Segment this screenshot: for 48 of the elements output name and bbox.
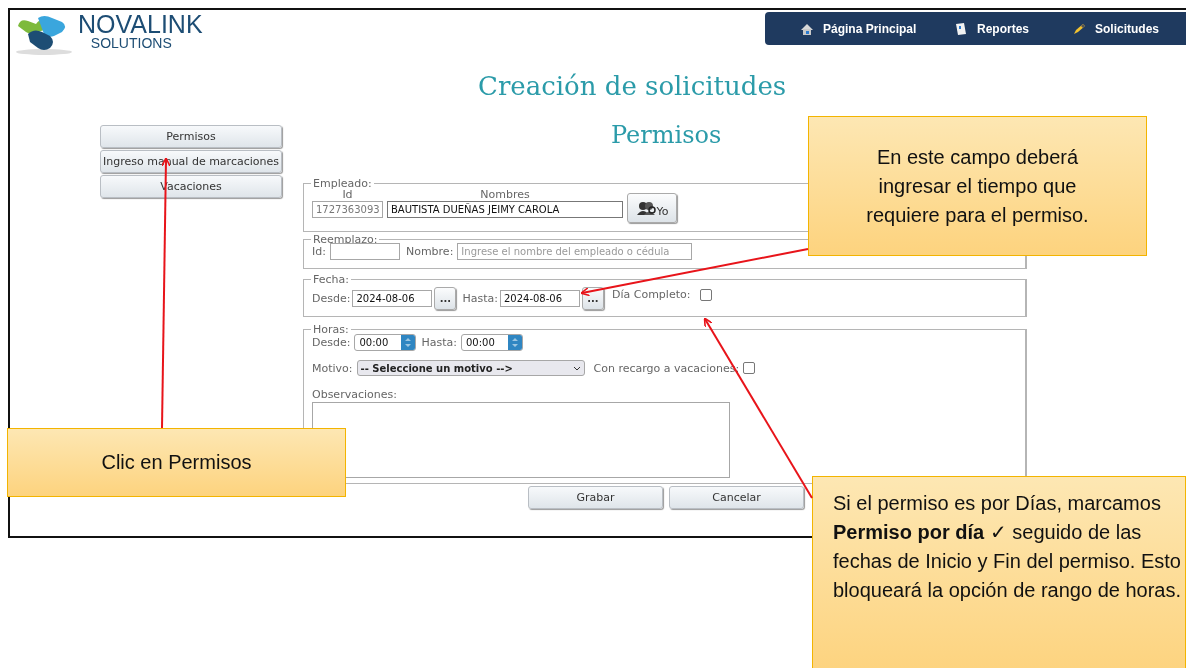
- me-button[interactable]: Yo: [627, 193, 677, 223]
- field-label: Desde:: [312, 292, 351, 305]
- time-field[interactable]: 00:00: [460, 334, 523, 351]
- checkbox[interactable]: [700, 288, 713, 301]
- people-search-icon: [635, 200, 656, 216]
- name-field[interactable]: BAUTISTA DUEÑAS JEIMY CAROLA: [387, 201, 623, 218]
- id-field[interactable]: 1727363093: [312, 201, 383, 218]
- page-title: Creación de solicitudes: [478, 70, 787, 102]
- group-label: Horas:: [312, 323, 350, 336]
- date-field[interactable]: 2024-08-06: [352, 290, 433, 307]
- callout-text: En este campo deberá ingresar el tiempo que requiere para el permiso.: [865, 144, 1090, 228]
- group-label: Empleado:: [312, 177, 373, 190]
- logo-subtitle: SOLUTIONS: [90, 36, 172, 50]
- nav-link[interactable]: Solicitudes: [1072, 21, 1159, 36]
- callout-text: Si el permiso es por Días, marcamos Permiso por día ✓ seguido de las fechas de Inicio y Fin del permiso. Esto bloqueará la opción de rango de horas.: [833, 491, 1183, 603]
- save-button[interactable]: Grabar: [528, 486, 663, 509]
- field-label: Día Completo:: [611, 288, 691, 301]
- date-picker-button[interactable]: ...: [434, 287, 457, 310]
- nav-link[interactable]: Reportes: [954, 21, 1072, 36]
- field-label: Hasta:: [421, 336, 457, 349]
- nav-link[interactable]: Página Principal: [800, 21, 954, 36]
- pencil-icon: [1072, 21, 1086, 36]
- spin-buttons-icon: [401, 335, 416, 350]
- date-field[interactable]: 2024-08-06: [499, 290, 580, 307]
- group-label: Reemplazo:: [312, 233, 379, 246]
- cancel-button[interactable]: Cancelar: [669, 486, 804, 509]
- checkbox[interactable]: [743, 362, 756, 374]
- field-label: Nombre:: [405, 245, 454, 258]
- time-field[interactable]: 00:00: [354, 334, 417, 351]
- document-icon: [954, 21, 968, 36]
- field-label: Motivo:: [312, 361, 353, 375]
- field-label: Hasta:: [462, 292, 498, 305]
- field-label: Nombres: [479, 188, 531, 201]
- house-icon: [800, 21, 814, 36]
- field-label: Desde:: [312, 336, 351, 349]
- logo-name: NOVALINK: [78, 12, 203, 36]
- field-label: Observaciones:: [312, 388, 397, 401]
- group-label: Fecha:: [312, 273, 350, 286]
- sidebar-button[interactable]: Permisos: [100, 125, 282, 148]
- id-field[interactable]: [329, 243, 400, 260]
- reason-dropdown[interactable]: -- Seleccione un motivo -->: [356, 360, 585, 376]
- callout-text: Clic en Permisos: [100, 450, 253, 475]
- spin-buttons-icon: [507, 335, 522, 350]
- field-label: Id: [342, 188, 353, 201]
- section-title: Permisos: [611, 120, 722, 151]
- field-label: Id:: [312, 245, 326, 258]
- caret-icon: [572, 365, 581, 371]
- notes-field[interactable]: [312, 402, 730, 478]
